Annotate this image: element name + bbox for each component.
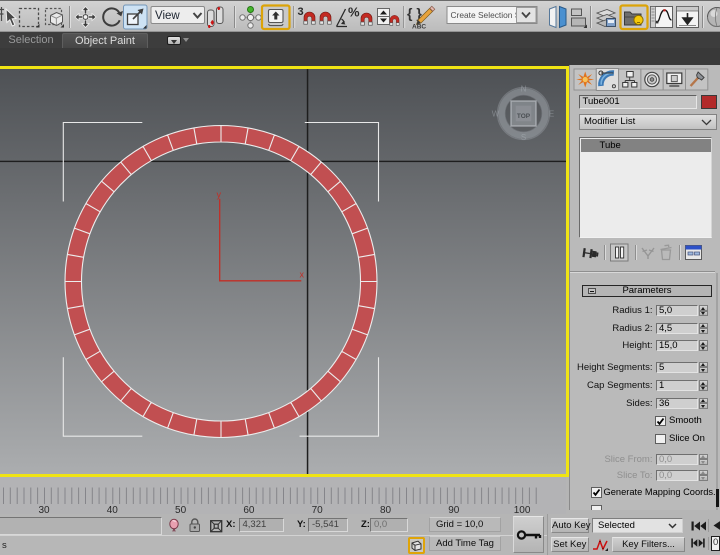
svg-text:3: 3 (298, 6, 304, 18)
svg-text:x: x (300, 269, 305, 279)
svg-text:80: 80 (380, 505, 392, 515)
svg-text:90: 90 (448, 505, 460, 515)
svg-text:E: E (549, 109, 554, 118)
svg-text:70: 70 (312, 505, 324, 515)
svg-text:View: View (155, 10, 180, 22)
svg-text:Create Selection Se: Create Selection Se (451, 10, 526, 20)
svg-text:40: 40 (107, 505, 119, 515)
svg-text:ABC: ABC (412, 24, 426, 31)
svg-text:S: S (521, 133, 526, 142)
svg-text:%: % (348, 5, 360, 20)
svg-text:60: 60 (243, 505, 255, 515)
svg-text:50: 50 (175, 505, 187, 515)
svg-text:N: N (521, 84, 527, 93)
svg-text:30: 30 (38, 505, 50, 515)
svg-text:100: 100 (514, 505, 531, 515)
svg-text:W: W (492, 109, 500, 118)
svg-text:TOP: TOP (517, 113, 531, 120)
svg-text:y: y (217, 189, 222, 199)
